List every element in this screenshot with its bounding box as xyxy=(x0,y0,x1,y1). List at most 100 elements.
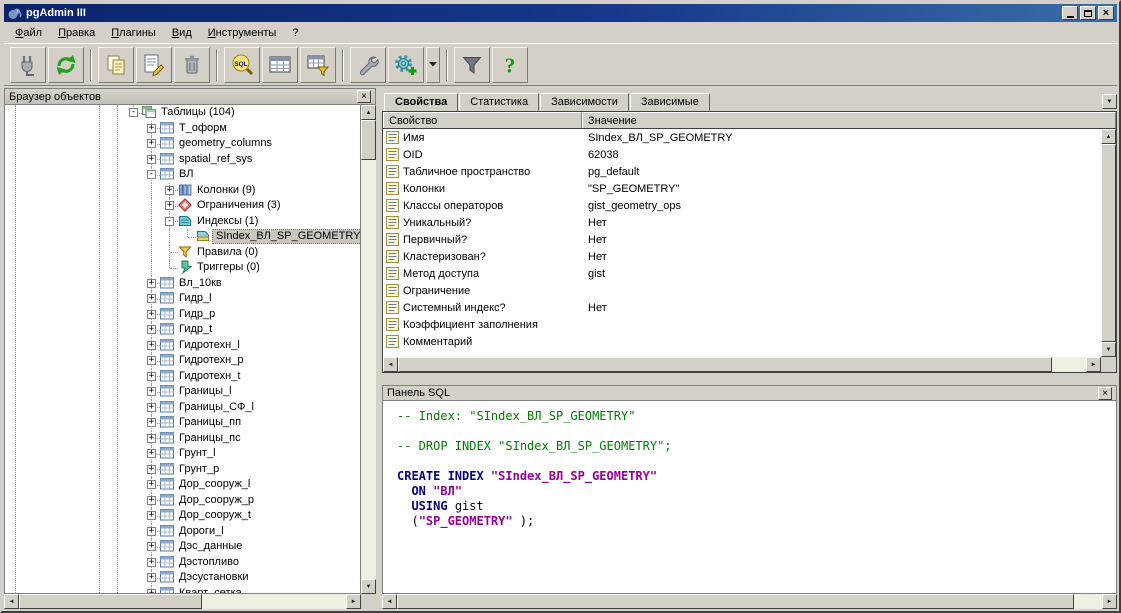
expand-plus-icon[interactable]: + xyxy=(147,434,156,443)
sql-code[interactable]: -- Index: "SIndex_ВЛ_SP_GEOMETRY" -- DRO… xyxy=(382,401,1117,594)
property-row[interactable]: Кластеризован?Нет xyxy=(383,248,1101,265)
scroll-left-icon[interactable]: ◄ xyxy=(383,357,398,372)
expand-plus-icon[interactable]: + xyxy=(147,310,156,319)
tree-item-label[interactable]: Гидр_l xyxy=(176,291,215,306)
connect-button[interactable] xyxy=(10,47,46,83)
expand-plus-icon[interactable]: + xyxy=(147,542,156,551)
scroll-up-icon[interactable]: ▲ xyxy=(361,105,376,120)
tree-item-label[interactable]: Гидротехн_p xyxy=(176,353,247,368)
tab-overflow-button[interactable]: ▼ xyxy=(1102,94,1117,109)
query-tool-button[interactable]: SQL xyxy=(224,47,260,83)
expand-plus-icon[interactable]: + xyxy=(147,527,156,536)
properties-horizontal-scrollbar[interactable]: ◄ ► xyxy=(383,357,1101,372)
tree-item-label[interactable]: Гидр_p xyxy=(176,307,218,322)
expand-plus-icon[interactable]: + xyxy=(147,403,156,412)
props-vscroll-track[interactable] xyxy=(1101,144,1116,342)
tree-item-label[interactable]: Триггеры (0) xyxy=(194,260,263,275)
tree-item-label[interactable]: SIndex_ВЛ_SP_GEOMETRY xyxy=(212,229,361,244)
tree-item-label[interactable]: Границы_l xyxy=(176,384,235,399)
help-button[interactable]: ? xyxy=(492,47,528,83)
expand-plus-icon[interactable]: + xyxy=(147,155,156,164)
execute-button[interactable] xyxy=(388,47,424,83)
menu-help[interactable]: ? xyxy=(284,24,306,42)
tab-dependencies[interactable]: Зависимости xyxy=(540,93,629,111)
horizontal-splitter[interactable] xyxy=(382,373,1117,385)
tree-item-label[interactable]: Дор_сооруж_t xyxy=(176,508,254,523)
scroll-left-icon[interactable]: ◄ xyxy=(382,594,397,609)
tree-item-label[interactable]: Дэстопливо xyxy=(176,555,242,570)
expand-plus-icon[interactable]: + xyxy=(147,124,156,133)
tree-vscroll-track[interactable] xyxy=(361,120,376,579)
expand-plus-icon[interactable]: + xyxy=(147,465,156,474)
expand-plus-icon[interactable]: + xyxy=(147,341,156,350)
tree-item-label[interactable]: spatial_ref_sys xyxy=(176,152,255,167)
tree-item-label[interactable]: Гидротехн_t xyxy=(176,369,243,384)
expand-plus-icon[interactable]: + xyxy=(147,496,156,505)
menu-tools[interactable]: Инструменты xyxy=(200,24,285,42)
scroll-up-icon[interactable]: ▲ xyxy=(1101,129,1116,144)
expand-plus-icon[interactable]: + xyxy=(147,279,156,288)
filtered-view-button[interactable] xyxy=(300,47,336,83)
tree-item-label[interactable]: Колонки (9) xyxy=(194,183,258,198)
property-row[interactable]: Первичный?Нет xyxy=(383,231,1101,248)
sql-hscroll-thumb[interactable] xyxy=(397,594,1074,609)
sql-hscroll-track[interactable] xyxy=(397,594,1102,609)
tree-item-label[interactable]: Границы_пс xyxy=(176,431,244,446)
maximize-button[interactable] xyxy=(1080,6,1096,20)
tree-vscroll-thumb[interactable] xyxy=(361,120,376,160)
expand-plus-icon[interactable]: + xyxy=(147,387,156,396)
expand-plus-icon[interactable]: + xyxy=(147,294,156,303)
collapse-minus-icon[interactable]: - xyxy=(147,170,156,179)
property-row[interactable]: Ограничение xyxy=(383,282,1101,299)
view-data-button[interactable] xyxy=(262,47,298,83)
menu-view[interactable]: Вид xyxy=(164,24,200,42)
menu-file[interactable]: Файл xyxy=(7,24,50,42)
minimize-button[interactable] xyxy=(1062,6,1078,20)
tree-item-label[interactable]: Кварт_сетка xyxy=(176,586,245,595)
expand-plus-icon[interactable]: + xyxy=(147,558,156,567)
property-row[interactable]: Системный индекс?Нет xyxy=(383,299,1101,316)
property-row[interactable]: Табличное пространствоpg_default xyxy=(383,163,1101,180)
object-browser-close-button[interactable]: × xyxy=(357,90,371,103)
tree-item-label[interactable]: ВЛ xyxy=(176,167,196,182)
tree-item-label[interactable]: Границы_пп xyxy=(176,415,244,430)
tree-item-label[interactable]: Границы_СФ_l xyxy=(176,400,257,415)
maintenance-button[interactable] xyxy=(350,47,386,83)
scroll-down-icon[interactable]: ▼ xyxy=(1101,342,1116,357)
tree-item-label[interactable]: Таблицы (104) xyxy=(158,105,238,120)
execute-dropdown-button[interactable] xyxy=(426,47,440,83)
tree-hscroll-track[interactable] xyxy=(19,594,346,609)
collapse-minus-icon[interactable]: - xyxy=(165,217,174,226)
collapse-minus-icon[interactable]: - xyxy=(129,108,138,117)
tree-horizontal-scrollbar[interactable]: ◄ ► xyxy=(4,594,361,609)
props-hscroll-thumb[interactable] xyxy=(398,357,1052,372)
property-row[interactable]: Колонки"SP_GEOMETRY" xyxy=(383,180,1101,197)
tree-item-label[interactable]: Правила (0) xyxy=(194,245,261,260)
menu-edit[interactable]: Правка xyxy=(50,24,103,42)
tree-item-label[interactable]: Грунт_l xyxy=(176,446,219,461)
scroll-right-icon[interactable]: ► xyxy=(1102,594,1117,609)
tree-item-label[interactable]: Гидротехн_l xyxy=(176,338,243,353)
scroll-left-icon[interactable]: ◄ xyxy=(4,594,19,609)
expand-plus-icon[interactable]: + xyxy=(147,449,156,458)
tree-item-label[interactable]: Ограничения (3) xyxy=(194,198,284,213)
tree-item-label[interactable]: Дэс_данные xyxy=(176,539,245,554)
tree-item-label[interactable]: Вл_10кв xyxy=(176,276,225,291)
sql-panel-close-button[interactable]: × xyxy=(1098,387,1112,400)
tree-item-label[interactable]: Дороги_l xyxy=(176,524,227,539)
drop-object-button[interactable] xyxy=(174,47,210,83)
tree-item-label[interactable]: geometry_columns xyxy=(176,136,275,151)
property-row[interactable]: Классы операторовgist_geometry_ops xyxy=(383,197,1101,214)
tree-item-label[interactable]: Индексы (1) xyxy=(194,214,261,229)
property-row[interactable]: Коэффициент заполнения xyxy=(383,316,1101,333)
tree-item-label[interactable]: Гидр_t xyxy=(176,322,215,337)
scroll-down-icon[interactable]: ▼ xyxy=(361,579,376,594)
sql-horizontal-scrollbar[interactable]: ◄ ► xyxy=(382,594,1117,609)
property-row[interactable]: Комментарий xyxy=(383,333,1101,350)
tree-item-label[interactable]: Дэсустановки xyxy=(176,570,251,585)
scroll-right-icon[interactable]: ► xyxy=(346,594,361,609)
expand-plus-icon[interactable]: + xyxy=(147,325,156,334)
expand-plus-icon[interactable]: + xyxy=(147,372,156,381)
tree-vertical-scrollbar[interactable]: ▲ ▼ xyxy=(361,105,376,594)
tab-dependents[interactable]: Зависимые xyxy=(630,93,710,111)
